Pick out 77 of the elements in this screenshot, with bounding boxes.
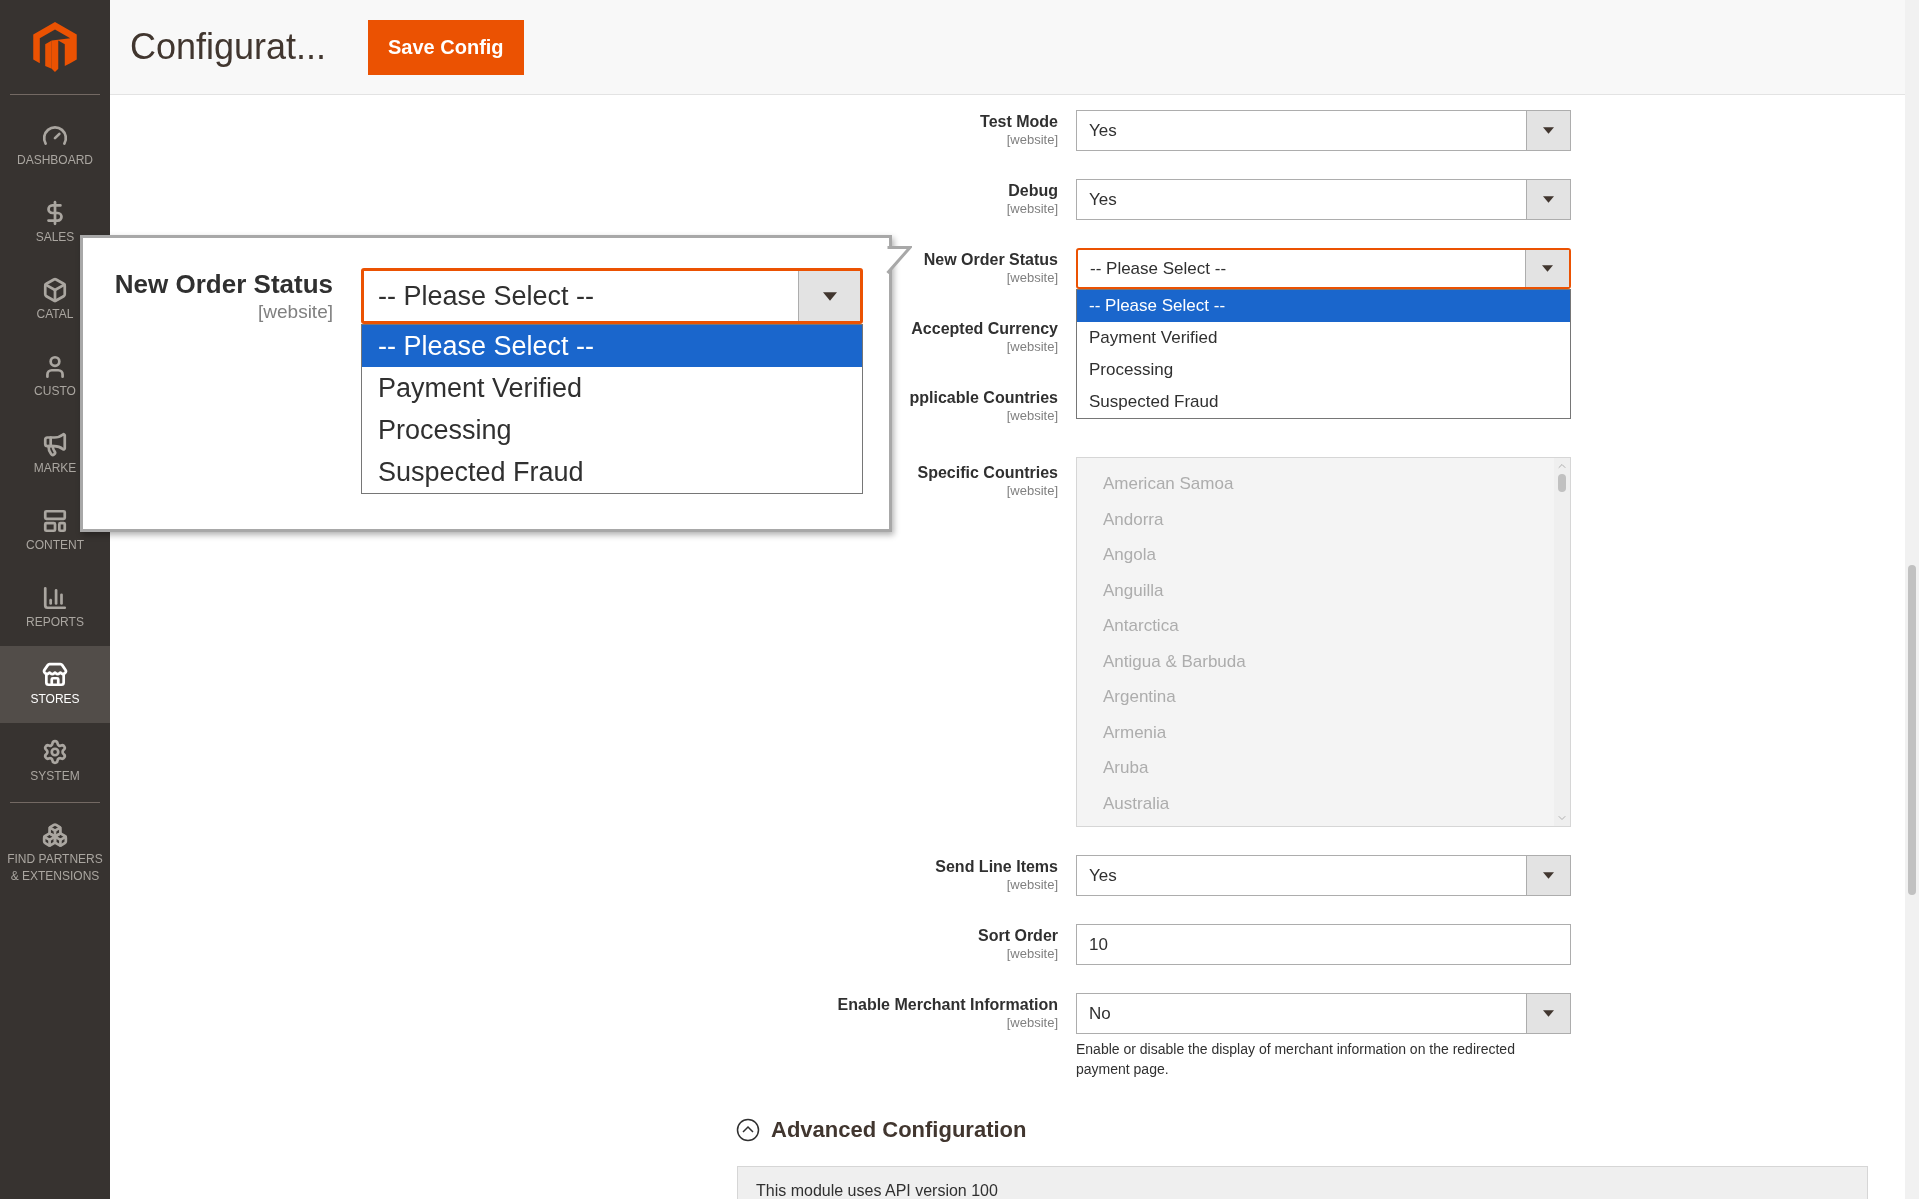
select-field[interactable]: Yes [1076, 179, 1571, 220]
select-field[interactable]: No [1076, 993, 1571, 1034]
dropdown-option[interactable]: Payment Verified [362, 367, 862, 409]
sidebar-label: MARKE [32, 459, 78, 477]
select-field[interactable]: -- Please Select -- [1076, 248, 1571, 289]
notice-text: This module uses API version 100 [756, 1182, 998, 1199]
scope-label: [website] [1006, 201, 1058, 216]
scope-label: [website] [1006, 132, 1058, 147]
dropdown-option[interactable]: Processing [362, 409, 862, 451]
caret-icon [1543, 1010, 1554, 1017]
dropdown-option[interactable]: Processing [1077, 354, 1570, 386]
scope-label: [website] [1006, 877, 1058, 892]
sidebar-item[interactable]: CUSTO [0, 338, 110, 415]
scope-label: [website] [1006, 339, 1058, 354]
bar-chart-icon [42, 584, 68, 611]
sidebar-item[interactable]: STORES [0, 646, 110, 723]
sidebar-label: DASHBOARD [16, 151, 94, 169]
scope-label: [website] [1006, 1015, 1058, 1030]
field-label: Send Line Items [935, 857, 1058, 877]
field-label: New Order Status [923, 250, 1058, 270]
page-scrollbar[interactable] [1905, 0, 1919, 1199]
field-label: Sort Order [978, 926, 1058, 946]
blocks-icon [42, 821, 68, 848]
select-field[interactable]: Yes [1076, 855, 1571, 896]
field-label: New Order Status [114, 268, 333, 300]
sidebar-label: CONTENT [25, 536, 85, 554]
logo-icon[interactable] [33, 22, 77, 72]
store-icon [42, 661, 68, 688]
field-label: Enable Merchant Information [837, 995, 1058, 1015]
caret-icon [1543, 196, 1554, 203]
field-label: Specific Countries [917, 463, 1058, 483]
sidebar-item[interactable]: DASHBOARD [0, 107, 110, 184]
scope-label: [website] [1006, 270, 1058, 285]
sidebar-item[interactable]: SYSTEM [0, 723, 110, 800]
dropdown-option[interactable]: Suspected Fraud [362, 451, 862, 493]
scope-label: [website] [258, 300, 333, 324]
scope-label: [website] [1006, 483, 1058, 498]
scope-label: [website] [1006, 408, 1058, 423]
sidebar-item[interactable]: MARKE [0, 415, 110, 492]
dropdown-option[interactable]: -- Please Select -- [1077, 290, 1570, 322]
sidebar-label: SALES [34, 228, 76, 246]
field-label: Test Mode [980, 112, 1058, 132]
layout-icon [42, 507, 68, 534]
box-icon [42, 276, 68, 303]
sidebar-item[interactable]: REPORTS [0, 569, 110, 646]
caret-icon [822, 291, 837, 301]
field-label: Accepted Currency [911, 319, 1058, 339]
sidebar-item[interactable]: CONTENT [0, 492, 110, 569]
collapse-icon[interactable] [736, 1117, 760, 1142]
megaphone-icon [42, 430, 68, 457]
text-field[interactable]: 10 [1076, 924, 1571, 965]
save-config-button[interactable]: Save Config [368, 19, 524, 75]
dropdown-option[interactable]: -- Please Select -- [362, 325, 862, 367]
caret-icon [1543, 872, 1554, 879]
field-label: Debug [1008, 181, 1058, 201]
dropdown-option[interactable]: Suspected Fraud [1077, 386, 1570, 418]
sidebar-label: SYSTEM [29, 767, 81, 785]
sidebar-label: STORES [29, 690, 81, 708]
select-field[interactable]: Yes [1076, 110, 1571, 151]
sidebar-label: FIND PARTNERS & EXTENSIONS [6, 850, 104, 885]
sidebar-item[interactable]: SALES [0, 184, 110, 261]
sidebar-label: CATAL [35, 305, 75, 323]
field-label: pplicable Countries [909, 388, 1058, 408]
caret-icon [1543, 127, 1554, 134]
sidebar-label: REPORTS [25, 613, 85, 631]
sidebar-item[interactable]: FIND PARTNERS & EXTENSIONS [0, 813, 110, 893]
dropdown-option[interactable]: Payment Verified [1077, 322, 1570, 354]
section-title[interactable]: Advanced Configuration [771, 1113, 1027, 1146]
scroll-thumb[interactable] [1908, 565, 1916, 895]
caret-icon [1542, 265, 1553, 272]
scope-label: [website] [1006, 946, 1058, 961]
sidebar-label: CUSTO [33, 382, 77, 400]
page-title: Configurat... [130, 25, 328, 69]
sidebar-item[interactable]: CATAL [0, 261, 110, 338]
select-field[interactable]: -- Please Select -- [361, 268, 863, 324]
settings-icon [42, 738, 68, 765]
field-note: Enable or disable the display of merchant information on the redirected payment page. [1076, 1040, 1516, 1079]
